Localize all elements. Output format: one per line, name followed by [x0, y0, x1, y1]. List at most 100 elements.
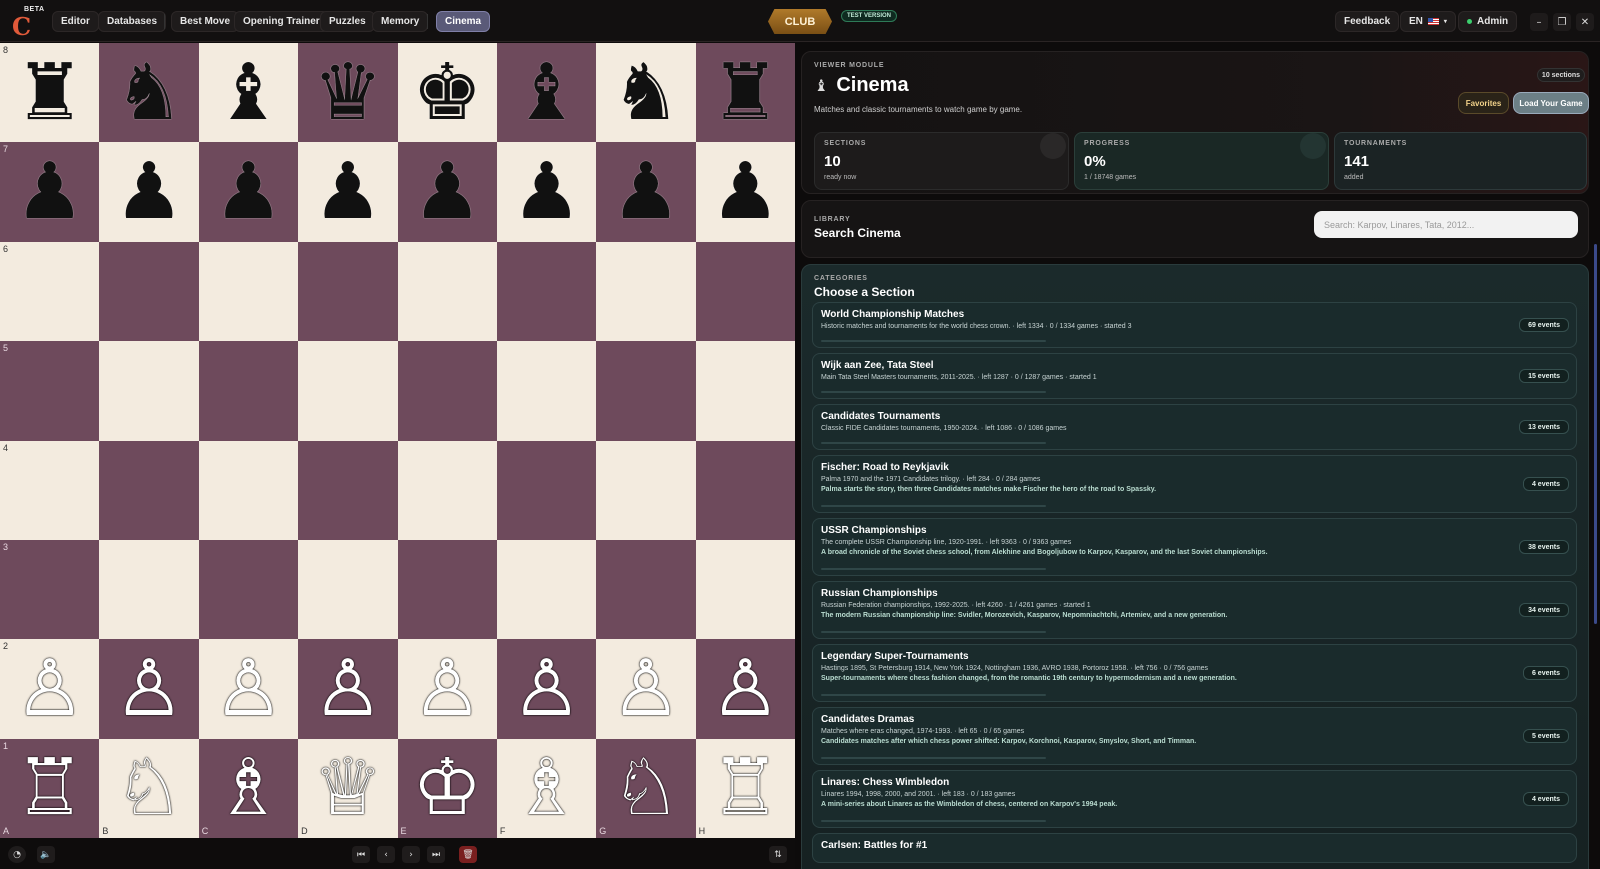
- white-piece[interactable]: ♘: [114, 749, 184, 827]
- board-square[interactable]: [496, 539, 597, 640]
- white-piece[interactable]: ♙: [710, 650, 780, 728]
- nav-opening-trainer[interactable]: Opening Trainer: [234, 11, 329, 32]
- category-row[interactable]: Linares: Chess Wimbledon Linares 1994, 19…: [812, 770, 1577, 828]
- board-square[interactable]: [298, 440, 398, 540]
- search-input[interactable]: [1314, 211, 1578, 238]
- board-square[interactable]: [198, 241, 299, 342]
- events-badge[interactable]: 6 events: [1522, 666, 1569, 680]
- board-square[interactable]: [198, 440, 299, 540]
- board-square[interactable]: [99, 341, 199, 441]
- board-square[interactable]: [99, 241, 199, 342]
- board-square[interactable]: ♙: [298, 639, 398, 739]
- board-square[interactable]: 5: [0, 341, 100, 441]
- board-square[interactable]: [397, 440, 497, 540]
- white-piece[interactable]: ♙: [213, 650, 283, 728]
- board-square[interactable]: ♟: [198, 142, 299, 242]
- white-piece[interactable]: ♖: [710, 749, 780, 827]
- board-square[interactable]: 8 ♜: [0, 43, 100, 143]
- board-square[interactable]: [695, 241, 795, 342]
- board-square[interactable]: [596, 440, 696, 540]
- board-square[interactable]: [397, 341, 497, 441]
- board-square[interactable]: [695, 440, 795, 540]
- delete-button[interactable]: 🗑: [459, 846, 477, 863]
- prev-move-button[interactable]: ‹: [377, 846, 395, 863]
- board-square[interactable]: ♝: [496, 43, 597, 143]
- events-badge[interactable]: 34 events: [1519, 603, 1569, 617]
- events-badge[interactable]: 13 events: [1519, 420, 1569, 434]
- board-square[interactable]: [397, 241, 497, 342]
- board-square[interactable]: 1 A ♖: [0, 738, 100, 838]
- white-piece[interactable]: ♖: [15, 749, 85, 827]
- white-piece[interactable]: ♙: [512, 650, 582, 728]
- black-piece[interactable]: ♟: [710, 153, 780, 231]
- board-square[interactable]: ♞: [99, 43, 199, 143]
- black-piece[interactable]: ♟: [412, 153, 482, 231]
- events-badge[interactable]: 15 events: [1519, 369, 1569, 383]
- board-square[interactable]: [397, 539, 497, 640]
- board-square[interactable]: [496, 341, 597, 441]
- nav-cinema[interactable]: Cinema: [436, 11, 491, 32]
- category-row[interactable]: Candidates Dramas Matches where eras chan…: [812, 707, 1577, 765]
- board-square[interactable]: [298, 241, 398, 342]
- board-square[interactable]: [298, 341, 398, 441]
- nav-databases[interactable]: Databases: [98, 11, 167, 32]
- category-row[interactable]: Wijk aan Zee, Tata Steel Main Tata Steel …: [812, 353, 1577, 399]
- board-square[interactable]: 3: [0, 539, 100, 640]
- board-square[interactable]: ♟: [298, 142, 398, 242]
- admin-button[interactable]: Admin: [1458, 11, 1518, 32]
- board-square[interactable]: ♚: [397, 43, 497, 143]
- load-your-game-button[interactable]: Load Your Game: [1513, 92, 1589, 114]
- board-square[interactable]: ♙: [198, 639, 299, 739]
- board-square[interactable]: D ♕: [298, 738, 398, 838]
- board-square[interactable]: 2 ♙: [0, 639, 100, 739]
- scrollbar[interactable]: [1594, 244, 1597, 624]
- board-square[interactable]: ♟: [596, 142, 696, 242]
- black-piece[interactable]: ♟: [512, 153, 582, 231]
- board-square[interactable]: ♟: [695, 142, 795, 242]
- black-piece[interactable]: ♛: [313, 54, 383, 132]
- board-square[interactable]: 7 ♟: [0, 142, 100, 242]
- board-square[interactable]: ♙: [99, 639, 199, 739]
- black-piece[interactable]: ♟: [114, 153, 184, 231]
- nav-puzzles[interactable]: Puzzles: [320, 11, 375, 32]
- events-badge[interactable]: 4 events: [1522, 792, 1569, 806]
- black-piece[interactable]: ♞: [611, 54, 681, 132]
- last-move-button[interactable]: ⏭: [427, 846, 445, 863]
- black-piece[interactable]: ♝: [213, 54, 283, 132]
- board-square[interactable]: [99, 539, 199, 640]
- black-piece[interactable]: ♟: [611, 153, 681, 231]
- white-piece[interactable]: ♙: [412, 650, 482, 728]
- board-square[interactable]: [496, 440, 597, 540]
- category-row[interactable]: Russian Championships Russian Federation …: [812, 581, 1577, 639]
- board-square[interactable]: ♟: [496, 142, 597, 242]
- board-square[interactable]: ♟: [397, 142, 497, 242]
- events-badge[interactable]: 69 events: [1519, 318, 1569, 332]
- white-piece[interactable]: ♙: [313, 650, 383, 728]
- board-square[interactable]: E ♔: [397, 738, 497, 838]
- board-square[interactable]: [695, 341, 795, 441]
- events-badge[interactable]: 4 events: [1522, 477, 1569, 491]
- category-row[interactable]: USSR Championships The complete USSR Cham…: [812, 518, 1577, 576]
- language-select[interactable]: EN ▾: [1400, 11, 1456, 32]
- minimize-icon[interactable]: –: [1530, 13, 1548, 31]
- board-square[interactable]: F ♗: [496, 738, 597, 838]
- board-square[interactable]: [496, 241, 597, 342]
- board-square[interactable]: [596, 539, 696, 640]
- board-square[interactable]: [99, 440, 199, 540]
- board-square[interactable]: ♟: [99, 142, 199, 242]
- black-piece[interactable]: ♞: [114, 54, 184, 132]
- next-move-button[interactable]: ›: [402, 846, 420, 863]
- board-square[interactable]: 4: [0, 440, 100, 540]
- chess-board[interactable]: 8 ♜ ♞ ♝ ♛ ♚ ♝ ♞ ♜ 7 ♟ ♟ ♟ ♟ ♟ ♟ ♟ ♟ 6 5 4 3 2 ♙ ♙ ♙ ♙ ♙ ♙ ♙ ♙ 1 A ♖ B ♘ C ♗ D ♕…: [0, 43, 795, 838]
- board-square[interactable]: [596, 241, 696, 342]
- board-square[interactable]: ♙: [397, 639, 497, 739]
- white-piece[interactable]: ♙: [15, 650, 85, 728]
- black-piece[interactable]: ♜: [710, 54, 780, 132]
- feedback-button[interactable]: Feedback: [1335, 11, 1400, 32]
- category-row[interactable]: Carlsen: Battles for #1: [812, 833, 1577, 863]
- white-piece[interactable]: ♕: [313, 749, 383, 827]
- favorites-button[interactable]: Favorites: [1458, 92, 1509, 114]
- flip-board-button[interactable]: ⇅: [769, 846, 787, 863]
- board-square[interactable]: [695, 539, 795, 640]
- category-row[interactable]: Candidates Tournaments Classic FIDE Candi…: [812, 404, 1577, 450]
